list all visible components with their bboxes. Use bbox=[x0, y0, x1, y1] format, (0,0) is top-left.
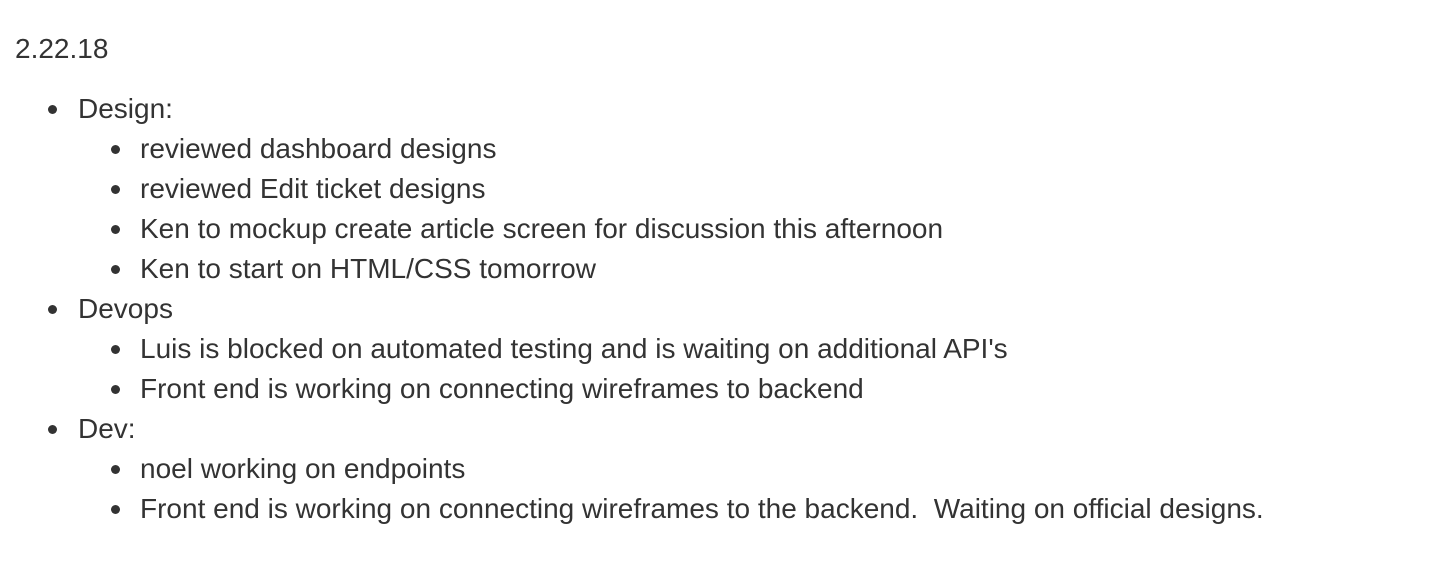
bullet-icon bbox=[48, 105, 57, 114]
bullet-icon bbox=[48, 425, 57, 434]
bullet-icon bbox=[111, 265, 120, 274]
bullet-icon bbox=[48, 305, 57, 314]
list-item-text: Front end is working on connecting wiref… bbox=[140, 493, 1264, 524]
list-item: Front end is working on connecting wiref… bbox=[78, 489, 1446, 529]
list-item-text: Ken to start on HTML/CSS tomorrow bbox=[140, 253, 596, 284]
section-items: reviewed dashboard designs reviewed Edit… bbox=[78, 129, 1446, 289]
section-dev: Dev: noel working on endpoints Front end… bbox=[15, 409, 1446, 529]
section-design: Design: reviewed dashboard designs revie… bbox=[15, 89, 1446, 289]
bullet-icon bbox=[111, 145, 120, 154]
section-items: Luis is blocked on automated testing and… bbox=[78, 329, 1446, 409]
list-item: reviewed dashboard designs bbox=[78, 129, 1446, 169]
bullet-icon bbox=[111, 505, 120, 514]
list-item-text: Ken to mockup create article screen for … bbox=[140, 213, 944, 244]
list-item: Ken to mockup create article screen for … bbox=[78, 209, 1446, 249]
section-title: Dev: bbox=[78, 413, 136, 444]
list-item-text: noel working on endpoints bbox=[140, 453, 466, 484]
list-item-text: Front end is working on connecting wiref… bbox=[140, 373, 864, 404]
bullet-icon bbox=[111, 345, 120, 354]
bullet-icon bbox=[111, 385, 120, 394]
bullet-icon bbox=[111, 185, 120, 194]
bullet-icon bbox=[111, 465, 120, 474]
list-item: Front end is working on connecting wiref… bbox=[78, 369, 1446, 409]
section-title: Design: bbox=[78, 93, 173, 124]
list-item: noel working on endpoints bbox=[78, 449, 1446, 489]
list-item-text: Luis is blocked on automated testing and… bbox=[140, 333, 1008, 364]
section-devops: Devops Luis is blocked on automated test… bbox=[15, 289, 1446, 409]
list-item: Luis is blocked on automated testing and… bbox=[78, 329, 1446, 369]
meeting-notes: 2.22.18 Design: reviewed dashboard desig… bbox=[0, 0, 1446, 529]
list-item-text: reviewed Edit ticket designs bbox=[140, 173, 486, 204]
section-items: noel working on endpoints Front end is w… bbox=[78, 449, 1446, 529]
list-item-text: reviewed dashboard designs bbox=[140, 133, 497, 164]
section-list: Design: reviewed dashboard designs revie… bbox=[15, 89, 1446, 529]
section-title: Devops bbox=[78, 293, 173, 324]
list-item: reviewed Edit ticket designs bbox=[78, 169, 1446, 209]
bullet-icon bbox=[111, 225, 120, 234]
list-item: Ken to start on HTML/CSS tomorrow bbox=[78, 249, 1446, 289]
notes-date: 2.22.18 bbox=[15, 33, 109, 64]
